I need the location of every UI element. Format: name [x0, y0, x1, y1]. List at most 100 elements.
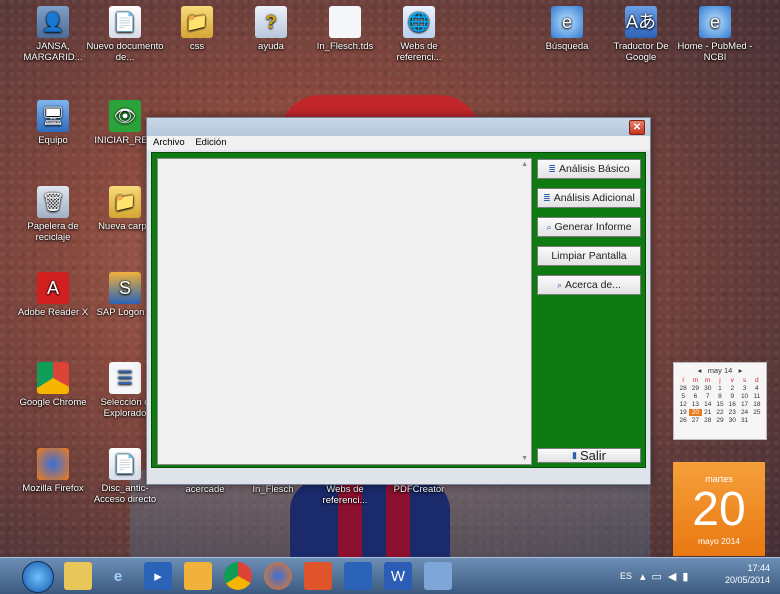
desktop-icon-in-flesch[interactable]: In_Flesch — [238, 484, 308, 495]
date-month-year: mayo 2014 — [697, 536, 741, 546]
image-viewer-taskbar-icon[interactable] — [424, 562, 452, 590]
generar-informe-button[interactable]: ⌕ Generar Informe — [537, 217, 641, 237]
calendar-day[interactable] — [751, 417, 763, 424]
chrome-taskbar-icon[interactable] — [224, 562, 252, 590]
calendar-day[interactable]: 2 — [726, 385, 738, 392]
calendar-day[interactable]: 15 — [714, 401, 726, 408]
desktop-icon-papelera[interactable]: 🗑 Papelera de reciclaje — [14, 186, 92, 243]
calendar-day[interactable]: 26 — [677, 417, 689, 424]
system-clock[interactable]: 17:44 20/05/2014 — [725, 562, 770, 586]
calendar-weekday: s — [742, 377, 747, 384]
desktop-icon-traductor[interactable]: Aあ Traductor De Google — [602, 6, 680, 63]
desktop-icon-label: Nuevo documento de... — [86, 41, 164, 63]
calendar-day[interactable]: 27 — [689, 417, 701, 424]
window-titlebar[interactable]: ✕ — [147, 118, 650, 136]
analisis-adicional-button[interactable]: ≣ Análisis Adicional — [537, 188, 641, 208]
media-taskbar-icon[interactable]: ▸ — [144, 562, 172, 590]
calendar-day[interactable]: 12 — [677, 401, 689, 408]
desktop-icon-ayuda[interactable]: ? ayuda — [232, 6, 310, 52]
calendar-day[interactable]: 9 — [726, 393, 738, 400]
prev-month-icon[interactable]: ◂ — [698, 366, 702, 375]
calendar-day[interactable]: 18 — [751, 401, 763, 408]
calendar-day[interactable]: 23 — [726, 409, 738, 416]
desktop-icon-pubmed[interactable]: e Home - PubMed - NCBI — [676, 6, 754, 63]
desktop-icon-busqueda[interactable]: e Búsqueda — [528, 6, 606, 52]
close-icon[interactable]: ✕ — [629, 120, 645, 135]
desktop-icon-label: Mozilla Firefox — [22, 483, 84, 494]
desktop-icon-acercade[interactable]: acercade — [170, 484, 240, 495]
calendar-day[interactable]: 29 — [714, 417, 726, 424]
chrome-icon — [37, 362, 69, 394]
next-month-icon[interactable]: ▸ — [739, 366, 743, 375]
taskbar: e ▸ W ES ▴▭◀▮ 17:44 20/05/2014 — [0, 557, 780, 594]
start-button[interactable] — [22, 561, 54, 593]
limpiar-pantalla-button[interactable]: Limpiar Pantalla — [537, 246, 641, 266]
internet-explorer-taskbar-icon[interactable]: e — [104, 562, 132, 590]
app-taskbar-icon[interactable] — [304, 562, 332, 590]
date-day: 20 — [692, 483, 746, 536]
calendar-day[interactable]: 19 — [677, 409, 689, 416]
calendar-day[interactable]: 28 — [702, 417, 714, 424]
calendar-day[interactable]: 11 — [751, 393, 763, 400]
desktop-icon-in-flesch-tds[interactable]: In_Flesch.tds — [306, 6, 384, 52]
scroll-up-icon[interactable]: ▲ — [521, 161, 528, 168]
desktop-icon-webs-referencia-2[interactable]: Webs de referenci... — [310, 484, 380, 506]
desktop-icon-equipo[interactable]: 🖥 Equipo — [14, 100, 92, 146]
user-folder-icon: 👤 — [37, 6, 69, 38]
calendar-day[interactable]: 13 — [689, 401, 701, 408]
clock-date: 20/05/2014 — [724, 575, 770, 585]
desktop-icon-adobe-reader[interactable]: A Adobe Reader X — [14, 272, 92, 318]
calendar-day[interactable]: 4 — [751, 385, 763, 392]
desktop-icon-nuevo-documento[interactable]: 📄 Nuevo documento de... — [86, 6, 164, 63]
calendar-day[interactable]: 3 — [738, 385, 750, 392]
calendar-day[interactable]: 31 — [738, 417, 750, 424]
calendar-gadget[interactable]: ◂ may 14 ▸ l m m j v s d 28 29 30 1 2 3 4 5 6 7 8 9 10 11 12 1… — [673, 362, 767, 440]
word-taskbar-icon[interactable]: W — [384, 562, 412, 590]
desktop-icon-webs-referencia[interactable]: 🌐 Webs de referenci... — [380, 6, 458, 63]
tray-icons[interactable]: ▴▭◀▮ — [640, 570, 694, 583]
desktop-icon-label: acercade — [185, 484, 225, 495]
calendar-weekday: v — [730, 377, 734, 384]
computer-icon: 🖥 — [37, 100, 69, 132]
app-client-area: ▲ ▼ ≣ Análisis Básico ≣ Análisis Adicion… — [151, 152, 646, 468]
analisis-basico-button[interactable]: ≣ Análisis Básico — [537, 159, 641, 179]
firefox-taskbar-icon[interactable] — [264, 562, 292, 590]
calendar-day[interactable]: 30 — [726, 417, 738, 424]
explorer-taskbar-icon[interactable] — [64, 562, 92, 590]
shortcut-document-icon: 📄 — [109, 448, 141, 480]
calendar-day[interactable]: 14 — [702, 401, 714, 408]
calendar-day[interactable]: 22 — [714, 409, 726, 416]
calendar-day[interactable]: 25 — [751, 409, 763, 416]
calendar-day[interactable]: 29 — [689, 385, 701, 392]
menu-archivo[interactable]: Archivo — [153, 137, 185, 148]
calendar-day[interactable]: 8 — [714, 393, 726, 400]
calendar-day[interactable]: 7 — [702, 393, 714, 400]
desktop-icon-pdfcreator[interactable]: PDFCreator — [384, 484, 454, 495]
calendar-day[interactable]: 10 — [738, 393, 750, 400]
network-taskbar-icon[interactable] — [344, 562, 372, 590]
scroll-down-icon[interactable]: ▼ — [521, 455, 528, 462]
calendar-day[interactable]: 21 — [702, 409, 714, 416]
calendar-day[interactable]: 24 — [738, 409, 750, 416]
adobe-reader-icon: A — [37, 272, 69, 304]
text-input-area[interactable]: ▲ ▼ — [157, 158, 532, 465]
calendar-day[interactable]: 17 — [738, 401, 750, 408]
calendar-day[interactable]: 20 — [689, 409, 702, 416]
calendar-day[interactable]: 6 — [689, 393, 701, 400]
list-icon: ≣ — [548, 163, 556, 174]
language-indicator[interactable]: ES — [620, 571, 632, 581]
calendar-day[interactable]: 5 — [677, 393, 689, 400]
salir-button[interactable]: ▮ Salir — [537, 448, 641, 463]
outlook-taskbar-icon[interactable] — [184, 562, 212, 590]
calendar-day[interactable]: 28 — [677, 385, 689, 392]
acerca-de-button[interactable]: ⌕ Acerca de... — [537, 275, 641, 295]
desktop-icon-firefox[interactable]: Mozilla Firefox — [14, 448, 92, 494]
desktop-icon-chrome[interactable]: Google Chrome — [14, 362, 92, 408]
desktop-icon-css[interactable]: 📁 css — [158, 6, 236, 52]
calendar-day[interactable]: 30 — [702, 385, 714, 392]
desktop-icon-user[interactable]: 👤 JANSA, MARGARID... — [14, 6, 92, 63]
calendar-day[interactable]: 1 — [714, 385, 726, 392]
menu-edicion[interactable]: Edición — [195, 137, 226, 148]
clock-time: 17:44 — [747, 563, 770, 573]
calendar-day[interactable]: 16 — [726, 401, 738, 408]
